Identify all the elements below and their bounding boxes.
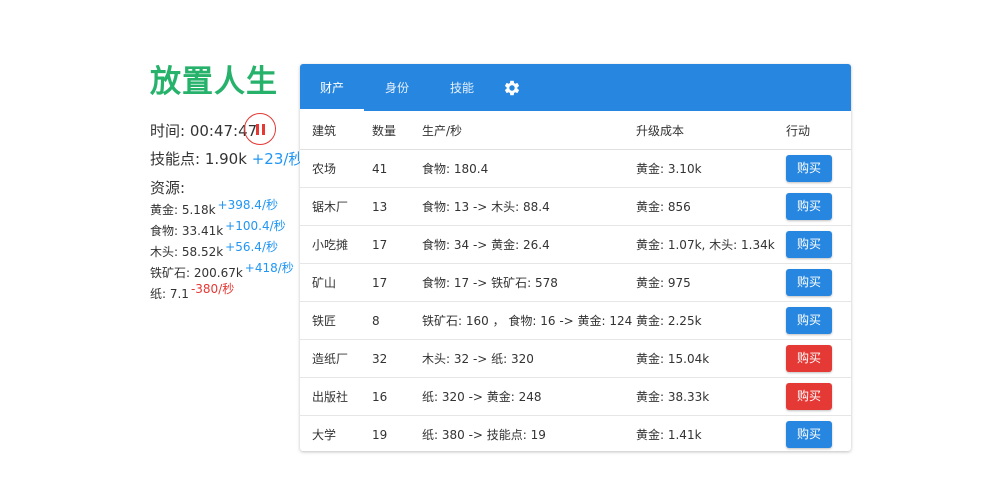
header-production: 生产/秒 [422, 111, 636, 150]
upgrade-cost: 黄金: 975 [636, 263, 786, 302]
buy-button[interactable]: 购买 [786, 421, 832, 448]
action-cell: 购买 [786, 416, 851, 452]
time-label: 时间: 00:47:47 [150, 121, 258, 140]
building-count: 13 [372, 187, 422, 226]
buy-button[interactable]: 购买 [786, 193, 832, 220]
buy-button[interactable]: 购买 [786, 155, 832, 182]
header-building: 建筑 [300, 111, 372, 150]
gear-icon [504, 80, 520, 95]
skill-points-rate: +23/秒 [251, 150, 304, 168]
resource-item: 铁矿石: 200.67k +418/秒 [150, 261, 294, 284]
buy-button[interactable]: 购买 [786, 383, 832, 410]
upgrade-cost: 黄金: 38.33k [636, 377, 786, 416]
resource-rate: +398.4/秒 [217, 198, 278, 212]
building-name: 大学 [312, 428, 337, 442]
table-row: 出版社 16 纸: 320 -> 黄金: 248 黄金: 38.33k 购买 [300, 377, 851, 416]
table-row: 锯木厂 13 食物: 13 -> 木头: 88.4 黄金: 856 购买 [300, 187, 851, 226]
skill-points: 技能点: 1.90k +23/秒 [150, 148, 303, 170]
building-production: 食物: 17 -> 铁矿石: 578 [422, 263, 636, 302]
action-cell: 购买 [786, 187, 851, 226]
action-cell: 购买 [786, 377, 851, 416]
upgrade-cost: 黄金: 856 [636, 187, 786, 226]
tab-assets[interactable]: 财产 [300, 64, 364, 111]
upgrade-cost: 黄金: 15.04k [636, 339, 786, 378]
header-action: 行动 [786, 111, 851, 150]
game-title: 放置人生 [150, 64, 278, 100]
tab-identity[interactable]: 身份 [364, 64, 430, 111]
time-display: 时间: 00:47:47 [150, 113, 257, 147]
header-upgrade-cost: 升级成本 [636, 111, 786, 150]
resource-label: 纸: 7.1 [150, 287, 189, 301]
building-count: 17 [372, 263, 422, 302]
building-production: 木头: 32 -> 纸: 320 [422, 339, 636, 378]
tab-bar: 财产 身份 技能 [300, 64, 851, 111]
resources-title: 资源: [150, 179, 186, 197]
building-production: 纸: 380 -> 技能点: 19 [422, 428, 546, 442]
table-row: 小吃摊 17 食物: 34 -> 黄金: 26.4 黄金: 1.07k, 木头: 1.… [300, 225, 851, 264]
buy-button[interactable]: 购买 [786, 307, 832, 334]
building-name: 出版社 [300, 377, 372, 416]
building-production: 食物: 180.4 [422, 149, 636, 188]
table-row: 大学 19 纸: 380 -> 技能点: 19 黄金: 1.41k 购买 [300, 416, 851, 452]
building-production: 食物: 13 -> 木头: 88.4 [422, 187, 636, 226]
resource-item: 黄金: 5.18k +398.4/秒 [150, 198, 294, 221]
resource-label: 木头: 58.52k [150, 245, 224, 259]
building-count: 32 [372, 339, 422, 378]
table-row: 农场 41 食物: 180.4 黄金: 3.10k 购买 [300, 149, 851, 188]
action-cell: 购买 [786, 225, 851, 264]
action-cell: 购买 [786, 339, 851, 378]
settings-button[interactable] [494, 64, 530, 111]
upgrade-cost: 黄金: 2.25k [636, 301, 786, 340]
buy-button[interactable]: 购买 [786, 345, 832, 372]
building-name: 小吃摊 [300, 225, 372, 264]
building-count: 19 [372, 427, 388, 442]
resource-item: 木头: 58.52k +56.4/秒 [150, 240, 294, 263]
upgrade-cost: 黄金: 3.10k [636, 149, 786, 188]
resource-rate: +100.4/秒 [225, 219, 286, 233]
building-count: 16 [372, 377, 422, 416]
tab-skills[interactable]: 技能 [430, 64, 494, 111]
building-name: 矿山 [300, 263, 372, 302]
buy-button[interactable]: 购买 [786, 269, 832, 296]
building-production: 食物: 34 -> 黄金: 26.4 [422, 225, 636, 264]
building-name: 农场 [300, 149, 372, 188]
building-name: 锯木厂 [300, 187, 372, 226]
resource-item: 食物: 33.41k +100.4/秒 [150, 219, 294, 242]
building-production: 铁矿石: 160 ， 食物: 16 -> 黄金: 124 [422, 301, 636, 340]
buildings-panel: 财产 身份 技能 建筑 数量 生产/秒 升级成本 行动 农场 41 食物: 180.4 黄… [300, 64, 851, 451]
resources-list: 黄金: 5.18k +398.4/秒 食物: 33.41k +100.4/秒 木头: 5… [150, 198, 294, 305]
buy-button[interactable]: 购买 [786, 231, 832, 258]
building-name: 铁匠 [300, 301, 372, 340]
building-count: 8 [372, 301, 422, 340]
action-cell: 购买 [786, 301, 851, 340]
table-header-row: 建筑 数量 生产/秒 升级成本 行动 [300, 111, 851, 150]
upgrade-cost: 黄金: 1.41k [636, 428, 702, 442]
table-row: 铁匠 8 铁矿石: 160 ， 食物: 16 -> 黄金: 124 黄金: 2.25k… [300, 301, 851, 340]
resource-item: 纸: 7.1 -380/秒 [150, 282, 294, 305]
header-count: 数量 [372, 111, 422, 150]
action-cell: 购买 [786, 149, 851, 188]
pause-button[interactable] [244, 113, 276, 145]
skill-points-label: 技能点: 1.90k [150, 150, 247, 168]
building-name: 造纸厂 [300, 339, 372, 378]
resource-rate: +56.4/秒 [225, 240, 278, 254]
resource-label: 铁矿石: 200.67k [150, 266, 243, 280]
building-count: 41 [372, 149, 422, 188]
resource-rate: +418/秒 [244, 261, 294, 275]
upgrade-cost: 黄金: 1.07k, 木头: 1.34k [636, 225, 786, 264]
table-row: 矿山 17 食物: 17 -> 铁矿石: 578 黄金: 975 购买 [300, 263, 851, 302]
building-count: 17 [372, 225, 422, 264]
buildings-table: 建筑 数量 生产/秒 升级成本 行动 农场 41 食物: 180.4 黄金: 3.10… [300, 111, 851, 451]
table-row: 造纸厂 32 木头: 32 -> 纸: 320 黄金: 15.04k 购买 [300, 339, 851, 378]
resource-label: 食物: 33.41k [150, 224, 224, 238]
action-cell: 购买 [786, 263, 851, 302]
building-production: 纸: 320 -> 黄金: 248 [422, 377, 636, 416]
resource-rate: -380/秒 [190, 282, 235, 296]
pause-icon [254, 123, 266, 135]
resource-label: 黄金: 5.18k [150, 203, 216, 217]
